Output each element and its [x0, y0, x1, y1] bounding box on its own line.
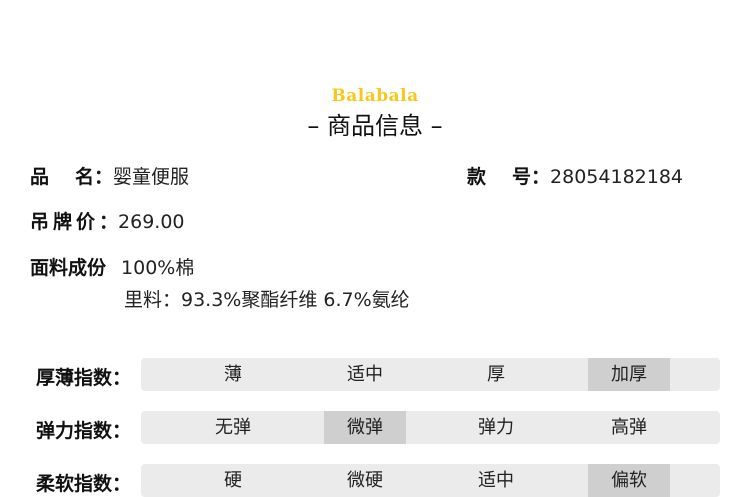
fabric-value: 100%棉 — [121, 257, 195, 279]
elasticity-option-selected: 微弹 — [324, 411, 406, 444]
thickness-option: 厚 — [487, 364, 505, 385]
fabric-row: 面料成份 100%棉 — [30, 253, 194, 280]
fabric-label: 面料成份 — [30, 257, 107, 279]
lining-value: 里料：93.3%聚酯纤维 6.7%氨纶 — [124, 289, 410, 311]
lining-row: 里料：93.3%聚酯纤维 6.7%氨纶 — [124, 285, 410, 312]
softness-option: 适中 — [478, 470, 514, 491]
thickness-index-label: 厚薄指数： — [36, 367, 132, 389]
product-name-value: 婴童便服 — [113, 166, 190, 188]
brand-logo: Balabala — [331, 86, 419, 106]
elasticity-index-bar: 无弹 微弹 弹力 高弹 — [141, 411, 720, 444]
style-number-label: 款 — [467, 166, 513, 188]
product-name-row: 品名：婴童便服 — [30, 166, 190, 188]
softness-option: 微硬 — [347, 470, 383, 491]
softness-index-label: 柔软指数： — [36, 473, 132, 495]
elasticity-option: 无弹 — [215, 417, 251, 438]
section-title: – 商品信息 – — [307, 112, 443, 140]
thickness-option: 适中 — [347, 364, 383, 385]
product-name-label: 品 — [30, 166, 76, 188]
elasticity-index-label: 弹力指数： — [36, 420, 132, 442]
softness-index-bar: 硬 微硬 适中 偏软 — [141, 464, 720, 497]
price-label: 吊牌价 — [30, 211, 100, 233]
elasticity-option: 高弹 — [611, 417, 647, 438]
thickness-option-selected: 加厚 — [588, 358, 670, 391]
elasticity-option: 弹力 — [478, 417, 514, 438]
thickness-option: 薄 — [224, 364, 242, 385]
price-value: 269.00 — [118, 211, 185, 233]
softness-option-selected: 偏软 — [588, 464, 670, 497]
style-number-value: 28054182184 — [550, 166, 684, 188]
style-number-row: 款号：28054182184 — [467, 166, 684, 188]
thickness-index-bar: 薄 适中 厚 加厚 — [141, 358, 720, 391]
price-row: 吊牌价：269.00 — [30, 211, 185, 233]
softness-option: 硬 — [224, 470, 242, 491]
